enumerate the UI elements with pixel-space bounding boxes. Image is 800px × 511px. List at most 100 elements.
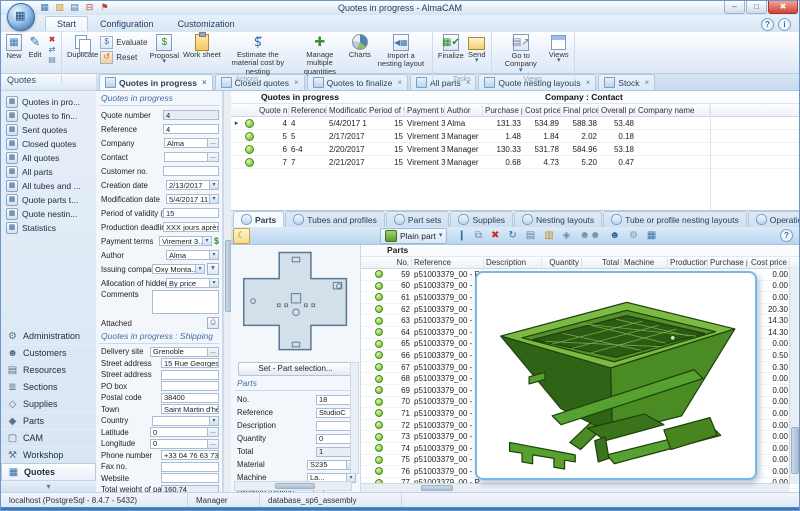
street-address-field[interactable] [161,370,219,380]
manage-quantities-button[interactable]: ✚ Manage multiple quantities [293,33,347,77]
permissions-icon[interactable]: ⚙ [629,229,638,243]
material-field[interactable]: S235 [307,460,347,470]
street-address-field[interactable]: 15 Rue Georges Pere [161,358,219,368]
user-icon[interactable]: ☻ [609,229,620,243]
sidebar-item-all-quotes[interactable]: ▦All quotes [3,151,94,165]
grid-icon[interactable]: ▦ [39,2,50,13]
payment-terms-field[interactable]: Virement 3... [159,236,203,246]
modification-date-field[interactable]: 5/4/2017 11:01:1 [166,194,210,204]
column-header-quantity[interactable]: Quantity [542,258,582,267]
table-row[interactable]: ▸445/4/2017 1...15Virement 3...Alma131.3… [231,117,799,130]
tab-customization[interactable]: Customization [166,16,247,31]
sidebar-item-parts[interactable]: ◆Parts [1,412,96,429]
flat-pattern-preview[interactable] [231,244,360,360]
sidebar-item-all-tubes-and[interactable]: ▦All tubes and ... [3,179,94,193]
help-icon[interactable]: ? [780,229,793,242]
column-header-company-name[interactable]: Company name [636,106,710,115]
contact-field[interactable] [164,152,208,162]
chevron-down-icon[interactable]: ▾ [210,250,219,260]
goto-company-button[interactable]: ▤↗ Go to Company ▾ [495,33,547,74]
column-header-production-de[interactable]: Production de... [668,258,708,267]
author-field[interactable]: Alma [166,250,210,260]
new-button[interactable]: ▦ New [4,33,24,61]
evaluate-button[interactable]: $ Evaluate [100,36,147,49]
column-header-machine[interactable]: Machine [622,258,668,267]
ellipsis-button[interactable]: ... [208,427,219,437]
delivery-site-field[interactable]: Grenoble [150,347,208,357]
chevron-down-icon[interactable]: ▾ [210,180,219,190]
column-header-cost-price[interactable]: Cost price [523,106,561,115]
help-icon[interactable]: ? [761,18,774,31]
tab-part-sets[interactable]: Part sets [386,211,450,227]
info-icon[interactable]: i [778,18,791,31]
finalize-button[interactable]: ▦✔ Finalize [436,33,466,61]
assign-icon[interactable]: ◈ [563,229,571,243]
print-icon[interactable]: ▤ [47,55,57,64]
table-view-icon[interactable]: ▦ [647,229,656,243]
sidebar-item-statistics[interactable]: ▦Statistics [3,221,94,235]
town-field[interactable]: Saint Martin d'hères [161,404,219,414]
issuing-companies-field[interactable]: Oxy Monta... [152,264,196,274]
column-header-modificatio[interactable]: Modificatio... [327,106,367,115]
team-icon[interactable]: ☻☻ [579,229,600,243]
sidebar-item-closed-quotes[interactable]: ▦Closed quotes [3,137,94,151]
attachment-icon[interactable]: ⎙ [207,317,219,329]
sidebar-item-customers[interactable]: ☻Customers [1,344,96,361]
reset-button[interactable]: ↺ Reset [100,51,147,64]
production-deadline-field[interactable]: XXX jours après réce [163,222,219,232]
tab-operations[interactable]: Operations [748,211,800,227]
table-row[interactable]: 552/17/2017 ...15Virement 3...Manager1.4… [231,130,799,143]
list-icon[interactable]: ▤ [69,2,80,13]
chevron-down-icon[interactable]: ▾ [196,264,205,274]
sidebar-item-supplies[interactable]: ◇Supplies [1,395,96,412]
po-box-field[interactable] [161,381,219,391]
sidebar-item-quote-parts-t[interactable]: ▦Quote parts t... [3,193,94,207]
company-field[interactable]: Alma [164,138,208,148]
column-header-purchase-p[interactable]: Purchase p... [483,106,523,115]
sidebar-item-administration[interactable]: ⚙Administration [1,327,96,344]
folder-icon[interactable]: ▧ [54,2,65,13]
column-header-overall-pro[interactable]: Overall pro... [599,106,636,115]
import-nesting-button[interactable]: ◀▦ Import a nesting layout [373,33,429,70]
tab-supplies[interactable]: Supplies [450,211,513,227]
charts-button[interactable]: Charts [347,33,373,60]
table-row[interactable]: 66-42/20/2017 ...15Virement 3...Manager1… [231,143,799,156]
sidebar-item-quotes-to-fin[interactable]: ▦Quotes to fin... [3,109,94,123]
column-header-author[interactable]: Author [445,106,483,115]
part-panel-hscrollbar[interactable] [234,481,352,491]
edit-button[interactable]: ✎ Edit [24,33,46,60]
views-button[interactable]: Views ▾ [547,33,571,64]
parts-table-vscrollbar[interactable] [789,267,799,484]
sidebar-item-quote-nestin[interactable]: ▦Quote nestin... [3,207,94,221]
copy-icon[interactable]: ⧉ [475,229,482,243]
moon-icon[interactable]: ☾ [233,228,250,244]
sidebar-item-quotes-in-pro[interactable]: ▦Quotes in pro... [3,95,94,109]
country-field[interactable] [152,416,210,426]
column-header-cost-price[interactable]: Cost price [748,258,790,267]
column-header-payment-te[interactable]: Payment te... [405,106,445,115]
phone-number-field[interactable]: +33 04 76 63 73 00 [161,450,219,460]
column-header-total[interactable]: Total [582,258,622,267]
sidebar-item-cam[interactable]: ▢CAM [1,429,96,446]
comments-textarea[interactable] [152,290,219,314]
column-header-purchase-p[interactable]: Purchase p... [708,258,748,267]
delete-icon[interactable]: ✖ [491,229,499,243]
ellipsis-button[interactable]: ... [208,152,219,162]
sidebar-item-sent-quotes[interactable]: ▦Sent quotes [3,123,94,137]
ellipsis-button[interactable]: ... [208,138,219,148]
longitude-field[interactable]: 0 [150,439,208,449]
sidebar-item-all-parts[interactable]: ▦All parts [3,165,94,179]
allocation-of-hidden-costs-field[interactable]: By price [166,278,210,288]
set-part-selection-button[interactable]: Set - Part selection... [238,362,353,376]
tab-start[interactable]: Start [45,16,88,31]
sidebar-item-resources[interactable]: ▤Resources [1,361,96,378]
tab-tube-or-profile-nesting-layouts[interactable]: Tube or profile nesting layouts [603,211,747,227]
sidebar-item-workshop[interactable]: ⚒Workshop [1,446,96,463]
minimize-panel-icon[interactable]: ⊟ [84,2,95,13]
part-panel-vscrollbar[interactable] [350,362,359,474]
chevron-down-icon[interactable]: ▾ [210,278,219,288]
column-header-final-price[interactable]: Final price [561,106,599,115]
worksheet-button[interactable]: Work sheet [181,33,223,60]
chevron-down-icon[interactable]: ▾ [203,236,212,246]
customer-no-field[interactable] [163,166,219,176]
